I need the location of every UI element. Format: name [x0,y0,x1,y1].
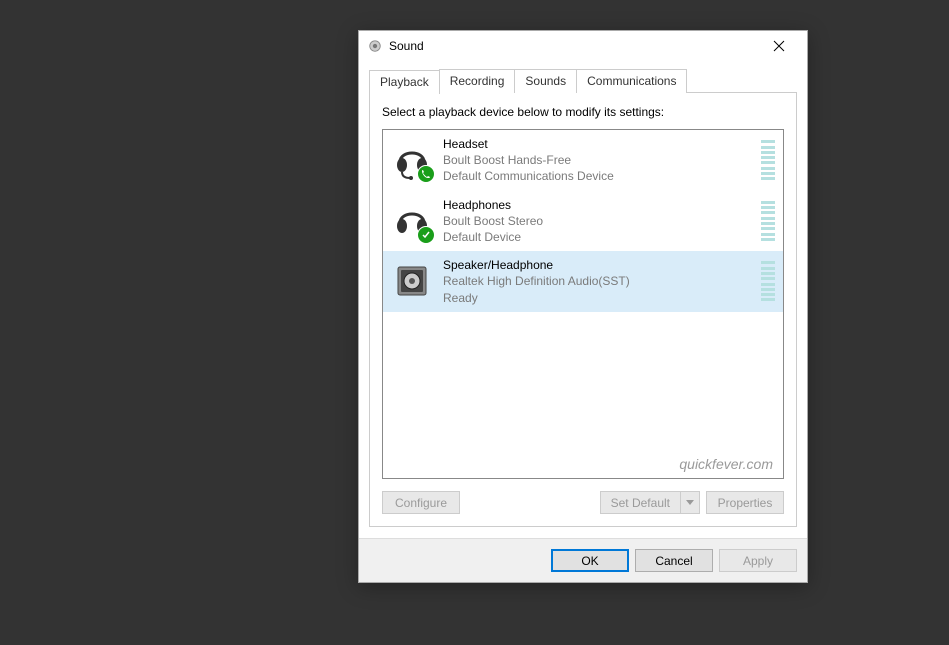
device-name: Headset [443,136,753,152]
headset-icon [391,139,433,181]
device-list[interactable]: Headset Boult Boost Hands-Free Default C… [382,129,784,479]
close-button[interactable] [759,32,799,60]
device-desc: Boult Boost Hands-Free [443,152,753,168]
level-meter [761,140,775,180]
tab-recording[interactable]: Recording [439,69,516,93]
close-icon [773,40,785,52]
set-default-dropdown[interactable] [680,491,700,514]
properties-button[interactable]: Properties [706,491,784,514]
device-row-headset[interactable]: Headset Boult Boost Hands-Free Default C… [383,130,783,191]
instruction-text: Select a playback device below to modify… [382,105,784,119]
panel-button-row: Configure Set Default Properties [382,491,784,514]
device-text: Headphones Boult Boost Stereo Default De… [443,197,753,246]
device-name: Headphones [443,197,753,213]
bottom-bar: OK Cancel Apply [359,538,807,582]
level-meter [761,261,775,301]
device-desc: Realtek High Definition Audio(SST) [443,273,753,289]
set-default-button[interactable]: Set Default [600,491,680,514]
device-name: Speaker/Headphone [443,257,753,273]
ok-button[interactable]: OK [551,549,629,572]
device-text: Headset Boult Boost Hands-Free Default C… [443,136,753,185]
dialog-body: Playback Recording Sounds Communications… [359,61,807,538]
tab-sounds[interactable]: Sounds [514,69,577,93]
sound-icon [367,38,383,54]
window-title: Sound [389,39,759,53]
headphones-icon [391,200,433,242]
device-status: Default Communications Device [443,168,753,184]
phone-badge-icon [417,165,435,183]
titlebar[interactable]: Sound [359,31,807,61]
device-status: Default Device [443,229,753,245]
speaker-icon [391,260,433,302]
sound-dialog: Sound Playback Recording Sounds Communic… [358,30,808,583]
device-row-speaker[interactable]: Speaker/Headphone Realtek High Definitio… [383,251,783,312]
tab-playback[interactable]: Playback [369,70,440,94]
tab-communications[interactable]: Communications [576,69,687,93]
check-badge-icon [417,226,435,244]
chevron-down-icon [686,500,694,505]
device-row-headphones[interactable]: Headphones Boult Boost Stereo Default De… [383,191,783,252]
device-text: Speaker/Headphone Realtek High Definitio… [443,257,753,306]
device-status: Ready [443,290,753,306]
configure-button[interactable]: Configure [382,491,460,514]
cancel-button[interactable]: Cancel [635,549,713,572]
set-default-split-button[interactable]: Set Default [600,491,700,514]
level-meter [761,201,775,241]
device-desc: Boult Boost Stereo [443,213,753,229]
tab-panel-playback: Select a playback device below to modify… [369,92,797,527]
apply-button[interactable]: Apply [719,549,797,572]
tab-row: Playback Recording Sounds Communications [369,69,797,93]
watermark: quickfever.com [679,456,773,472]
